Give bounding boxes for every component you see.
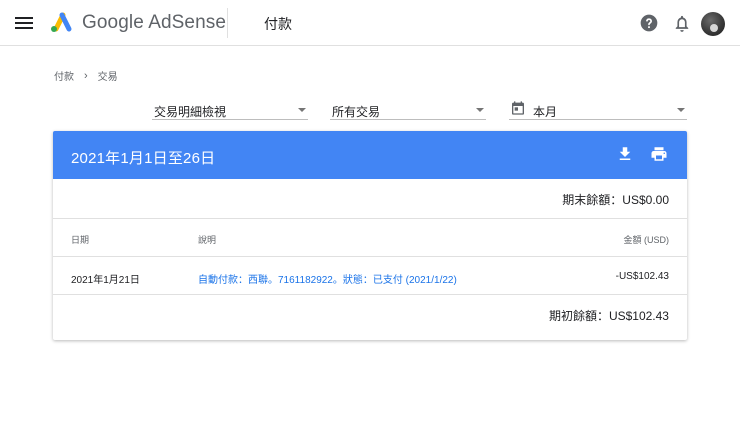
avatar[interactable] [701, 12, 725, 36]
date-range-value: 本月 [533, 105, 558, 119]
print-icon[interactable] [650, 145, 668, 163]
transactions-card: 2021年1月1日至26日 期末餘額：US$0.00 日期 說明 金額 (USD… [53, 131, 687, 340]
column-header-amount: 金額 (USD) [623, 235, 670, 245]
closing-balance: 期末餘額：US$0.00 [562, 193, 669, 207]
closing-balance-row: 期末餘額：US$0.00 [53, 179, 687, 219]
view-select-value: 交易明細檢視 [154, 105, 227, 119]
opening-balance: 期初餘額：US$102.43 [548, 309, 669, 323]
header-divider [227, 8, 228, 38]
column-header-date: 日期 [71, 235, 90, 245]
calendar-icon [512, 101, 524, 115]
opening-balance-row: 期初餘額：US$102.43 [53, 295, 687, 333]
date-range-title: 2021年1月1日至26日 [71, 150, 216, 167]
transaction-date: 2021年1月21日 [71, 275, 140, 286]
transaction-type-value: 所有交易 [332, 105, 381, 119]
breadcrumb-separator: › [84, 69, 88, 82]
bell-icon[interactable] [672, 13, 692, 33]
breadcrumb-item-payments[interactable]: 付款 [54, 68, 74, 83]
top-app-bar: Google AdSense 付款 [0, 0, 740, 46]
transaction-type-select[interactable]: 所有交易 [330, 100, 486, 120]
dropdown-arrow-icon [677, 108, 685, 112]
view-select[interactable]: 交易明細檢視 [152, 100, 308, 120]
table-header-row: 日期 說明 金額 (USD) [53, 219, 687, 257]
transaction-amount: -US$102.43 [615, 271, 669, 282]
adsense-logo-icon [51, 12, 72, 32]
breadcrumb-item-transactions: 交易 [97, 72, 118, 83]
column-header-description: 說明 [198, 235, 217, 245]
brand-name[interactable]: Google AdSense [82, 12, 226, 34]
transaction-description-link[interactable]: 自動付款：西聯。7161182922。狀態：已支付 (2021/1/22) [198, 271, 457, 286]
help-icon[interactable] [639, 13, 659, 33]
date-range-select[interactable]: 本月 [509, 100, 687, 120]
dropdown-arrow-icon [298, 108, 306, 112]
page-title: 付款 [264, 16, 292, 32]
breadcrumb: 付款 › 交易 [54, 68, 118, 84]
dropdown-arrow-icon [476, 108, 484, 112]
card-header: 2021年1月1日至26日 [53, 131, 687, 179]
hamburger-menu-icon[interactable] [12, 11, 36, 35]
table-row: 2021年1月21日 自動付款：西聯。7161182922。狀態：已支付 (20… [53, 257, 687, 295]
download-icon[interactable] [616, 145, 634, 163]
